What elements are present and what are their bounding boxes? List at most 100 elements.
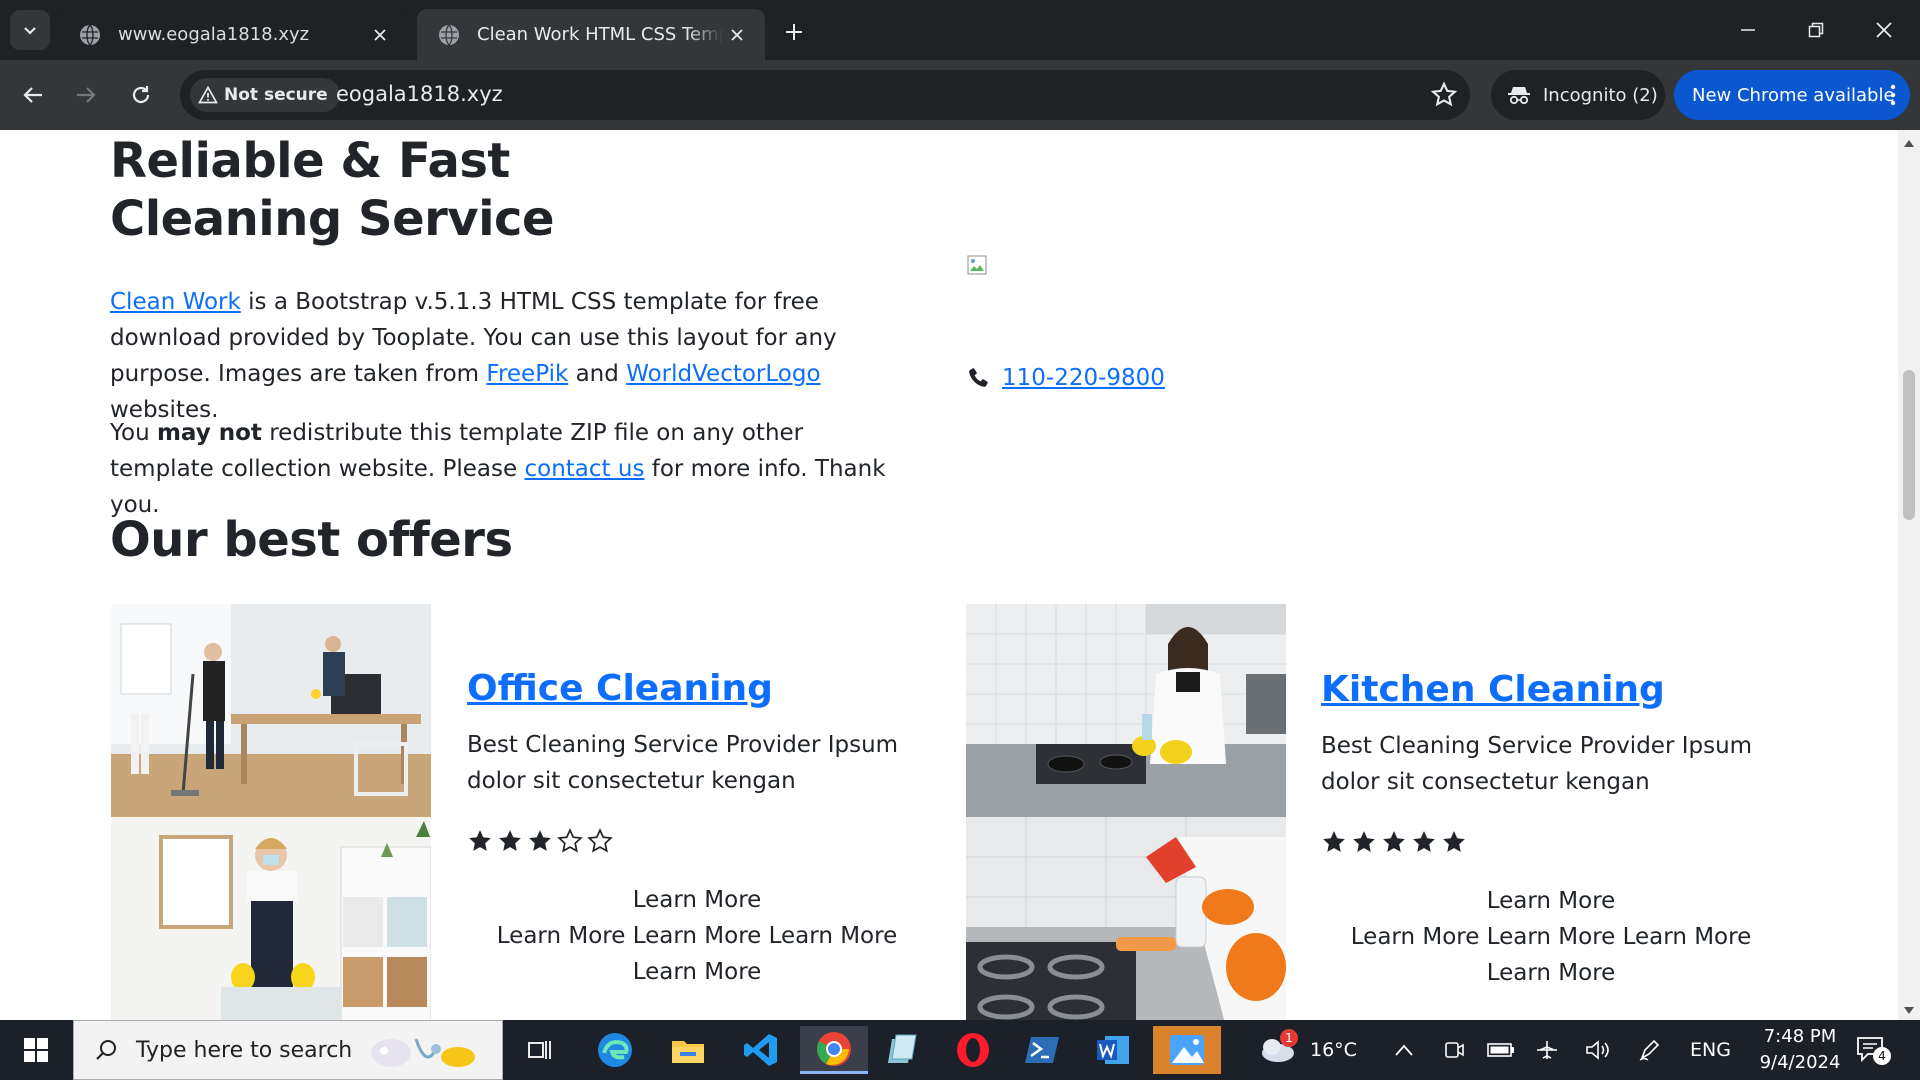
- star-outline-icon: [587, 828, 613, 853]
- vscode-taskbar-button[interactable]: [731, 1026, 791, 1074]
- edge-taskbar-button[interactable]: [585, 1026, 645, 1074]
- notepad-icon: [888, 1034, 917, 1063]
- windows-taskbar: Type here to search 1 16°C ENG 7:48 PM 9…: [0, 1020, 1920, 1080]
- input-language-button[interactable]: ENG: [1690, 1020, 1731, 1080]
- pen-button[interactable]: [1638, 1020, 1662, 1080]
- kitchen-cleaning-title-link[interactable]: Kitchen Cleaning: [1321, 669, 1665, 710]
- security-chip[interactable]: Not secure: [190, 78, 340, 112]
- learn-more-link[interactable]: Learn More: [467, 954, 927, 990]
- search-icon: [96, 1040, 116, 1060]
- speaker-icon: [1586, 1040, 1609, 1060]
- clock-date: 9/4/2024: [1759, 1052, 1841, 1073]
- intro-text: and: [568, 361, 627, 387]
- close-tab-icon[interactable]: [366, 21, 394, 49]
- scroll-thumb[interactable]: [1903, 370, 1915, 520]
- kitchen-cleaning-links: Learn More Learn More Learn More Learn M…: [1321, 883, 1781, 991]
- taskbar-clock[interactable]: 7:48 PM 9/4/2024: [1740, 1024, 1860, 1076]
- chrome-taskbar-button[interactable]: [800, 1026, 868, 1074]
- phone-link[interactable]: 110-220-9800: [1002, 365, 1165, 391]
- close-tab-icon[interactable]: [723, 21, 751, 49]
- kitchen-cleaning-rating: [1321, 829, 1467, 855]
- url-text[interactable]: eogala1818.xyz: [336, 82, 503, 106]
- star-filled-icon: [1443, 831, 1465, 852]
- tab-eogala[interactable]: www.eogala1818.xyz: [58, 9, 408, 60]
- offers-heading: Our best offers: [110, 512, 513, 568]
- arrow-left-icon: [23, 87, 42, 103]
- close-window-button[interactable]: [1850, 0, 1918, 60]
- contact-us-link[interactable]: contact us: [524, 456, 644, 482]
- freepik-link[interactable]: FreePik: [486, 361, 568, 387]
- pen-icon: [1639, 1039, 1660, 1061]
- notification-count: 4: [1873, 1047, 1891, 1065]
- clock-time: 7:48 PM: [1763, 1026, 1837, 1047]
- update-label: New Chrome available: [1692, 84, 1895, 106]
- forward-button[interactable]: [66, 75, 106, 115]
- office-cleaning-title-link[interactable]: Office Cleaning: [467, 668, 773, 709]
- clean-work-link[interactable]: Clean Work: [110, 289, 241, 315]
- powershell-icon: [1025, 1037, 1059, 1063]
- star-filled-icon: [1353, 831, 1375, 852]
- warning-icon: [198, 86, 218, 104]
- scroll-up-arrow[interactable]: [1904, 140, 1914, 147]
- reload-button[interactable]: [121, 75, 161, 115]
- airplane-mode-button[interactable]: [1535, 1020, 1559, 1080]
- tab-clean-work[interactable]: Clean Work HTML CSS Template: [417, 9, 765, 60]
- new-chrome-available-button[interactable]: New Chrome available: [1674, 70, 1910, 120]
- kitchen-cleaning-description: Best Cleaning Service Provider Ipsum dol…: [1321, 733, 1753, 795]
- learn-more-link[interactable]: Learn More: [1321, 955, 1781, 991]
- star-outline-icon: [557, 828, 583, 853]
- battery-button[interactable]: [1487, 1020, 1515, 1080]
- learn-more-link[interactable]: Learn More: [467, 882, 927, 918]
- tab-title: Clean Work HTML CSS Template: [477, 24, 723, 45]
- broken-image-icon: [967, 255, 987, 275]
- back-button[interactable]: [13, 75, 53, 115]
- meet-now-button[interactable]: [1443, 1020, 1465, 1080]
- photos-taskbar-button[interactable]: [1153, 1026, 1221, 1074]
- notification-icon-wrap: 4: [1855, 1035, 1891, 1065]
- folder-icon: [672, 1041, 704, 1063]
- minimize-button[interactable]: [1714, 0, 1782, 60]
- start-button[interactable]: [12, 1034, 60, 1066]
- page-scrollbar[interactable]: [1898, 130, 1920, 1020]
- bookmark-star-icon[interactable]: [1430, 81, 1458, 109]
- learn-more-link[interactable]: Learn More Learn More Learn More: [467, 918, 927, 954]
- battery-icon: [1487, 1043, 1514, 1057]
- file-explorer-taskbar-button[interactable]: [658, 1026, 718, 1074]
- show-hidden-icons-button[interactable]: [1394, 1020, 1414, 1080]
- address-bar[interactable]: Not secure eogala1818.xyz: [180, 70, 1470, 120]
- vscode-icon: [744, 1034, 777, 1066]
- kitchen-cleaning-image-2: [966, 817, 1286, 1020]
- taskbar-search-box[interactable]: Type here to search: [73, 1020, 503, 1080]
- worldvectorlogo-link[interactable]: WorldVectorLogo: [626, 361, 820, 387]
- task-view-button[interactable]: [510, 1026, 570, 1074]
- powershell-taskbar-button[interactable]: [1013, 1026, 1073, 1074]
- camera-icon: [1445, 1042, 1464, 1058]
- search-highlight-icon: [371, 1038, 475, 1067]
- restore-button[interactable]: [1782, 0, 1850, 60]
- incognito-button[interactable]: Incognito (2): [1491, 70, 1665, 120]
- office-cleaning-image-1: [111, 604, 431, 817]
- learn-more-link[interactable]: Learn More Learn More Learn More: [1321, 919, 1781, 955]
- word-taskbar-button[interactable]: [1083, 1026, 1143, 1074]
- weather-temperature: 16°C: [1310, 1039, 1357, 1061]
- office-cleaning-description: Best Cleaning Service Provider Ipsum dol…: [467, 732, 899, 794]
- tab-search-button[interactable]: [10, 10, 50, 50]
- edge-icon: [598, 1033, 632, 1067]
- star-filled-icon: [499, 830, 521, 851]
- learn-more-link[interactable]: Learn More: [1321, 883, 1781, 919]
- weather-widget[interactable]: 1 16°C: [1258, 1020, 1357, 1080]
- star-filled-icon: [1413, 831, 1435, 852]
- new-tab-button[interactable]: [776, 14, 812, 50]
- opera-taskbar-button[interactable]: [943, 1026, 1003, 1074]
- incognito-icon: [1508, 87, 1530, 105]
- security-label: Not secure: [224, 85, 328, 105]
- notification-center-button[interactable]: 4: [1855, 1020, 1891, 1080]
- notes-app-taskbar-button[interactable]: [873, 1026, 933, 1074]
- opera-icon: [957, 1033, 989, 1067]
- incognito-label: Incognito (2): [1543, 84, 1658, 106]
- star-filled-icon: [1383, 831, 1405, 852]
- weather-icon-wrap: 1: [1258, 1029, 1298, 1065]
- volume-button[interactable]: [1585, 1020, 1611, 1080]
- more-vert-icon[interactable]: [1890, 83, 1896, 107]
- scroll-down-arrow[interactable]: [1904, 1007, 1914, 1014]
